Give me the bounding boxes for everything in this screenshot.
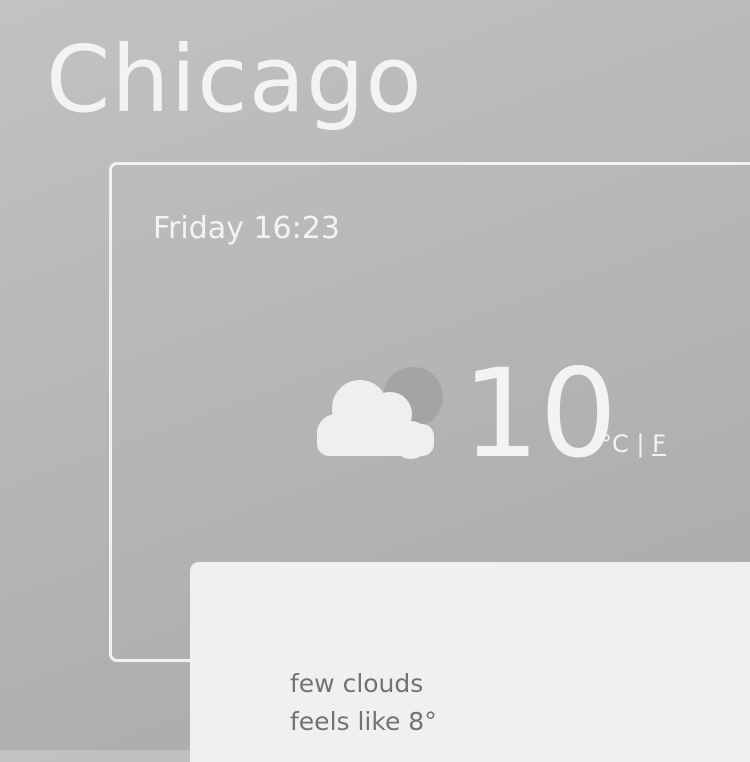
weather-description: few clouds — [290, 669, 424, 698]
few-clouds-icon — [317, 367, 443, 459]
temperature-value: 10 — [462, 343, 618, 485]
feels-like-label: feels like 8° — [290, 707, 437, 736]
unit-fahrenheit-link[interactable]: F — [652, 430, 666, 458]
day-time-label: Friday 16:23 — [153, 211, 340, 246]
city-title: Chicago — [46, 26, 423, 133]
unit-separator: | — [636, 430, 645, 458]
unit-toggle: °C | F — [600, 431, 666, 457]
details-panel — [190, 562, 750, 762]
unit-celsius-link[interactable]: °C — [600, 430, 629, 458]
